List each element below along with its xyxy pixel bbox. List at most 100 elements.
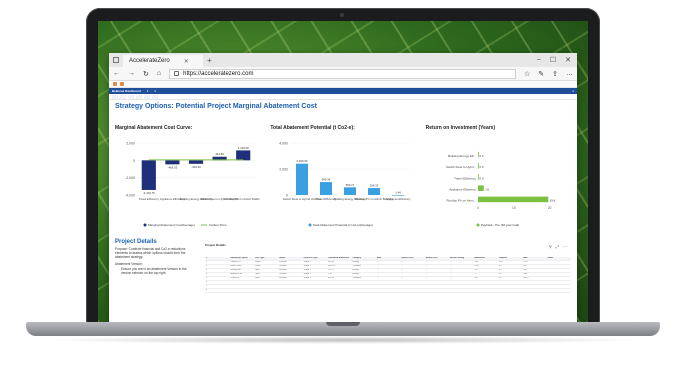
table-cell: [400, 289, 424, 292]
table-cell: [303, 289, 327, 292]
dashboard-tab[interactable]: [120, 94, 126, 99]
table-cell: Rooftop PV: [230, 261, 241, 263]
roi-chart: Building Energy Eff... 0.0Switch Fleet to…: [446, 151, 555, 227]
favorite-icon[interactable]: ☆: [524, 70, 530, 78]
table-cell: 1.6: [498, 273, 502, 275]
close-window-icon[interactable]: ✕: [565, 56, 571, 64]
table-cell: [376, 281, 400, 284]
table-row[interactable]: 8: [205, 289, 571, 293]
page-subtitle: [115, 111, 571, 115]
table-cell: 4: [206, 273, 208, 275]
table-cell: [498, 281, 522, 284]
dashboard-tab[interactable]: [144, 94, 150, 99]
table-cell: 1: [206, 261, 208, 263]
table-cell: [327, 281, 351, 284]
favorites-bar: [109, 81, 577, 88]
table-cell: 7: [206, 285, 208, 287]
legend-swatch: [308, 223, 312, 227]
tab-actions-icon[interactable]: [113, 57, 119, 63]
macc-chart: 2,000 0 -2,000 -4,000 -3,419.75 Travel Effici…: [125, 142, 262, 228]
user-menu-icon[interactable]: ●: [572, 89, 574, 93]
table-cell: Energy: [352, 269, 359, 271]
macc-data-label: -403.29: [191, 165, 201, 169]
lock-icon: [174, 71, 180, 76]
favorite-site-icon[interactable]: [120, 82, 124, 86]
browser-tab[interactable]: AccelerateZero ✕: [123, 55, 203, 67]
table-cell: —: [376, 261, 379, 263]
macc-bar: [188, 160, 204, 164]
table-cell: —: [376, 277, 379, 279]
table-cell: [425, 285, 449, 288]
x-tick-label: 10: [512, 206, 516, 210]
more-icon[interactable]: ⋯: [563, 244, 567, 249]
table-cell: —: [425, 265, 428, 267]
roi-bar: [477, 196, 548, 203]
favorite-site-icon[interactable]: [113, 82, 117, 86]
table-title: Project Details: [205, 243, 226, 247]
table-cell: Emission Type: [303, 257, 318, 259]
table-cell: Scope 2: [303, 273, 311, 275]
table-cell: 6: [206, 281, 208, 283]
macc-category-label: Rooftop PV on Admin Building: [224, 197, 260, 201]
legend-label: Marginal Abatement Cost(Average): [148, 223, 195, 227]
dashboard-tab[interactable]: [136, 94, 142, 99]
table-cell: 2409.90: [328, 265, 336, 267]
new-tab-icon[interactable]: +: [207, 56, 212, 65]
version-bullet: Ensure you are in an abatement Version i…: [121, 267, 187, 275]
table-cell: 5: [206, 277, 208, 279]
collections-icon[interactable]: ✎: [538, 70, 544, 78]
chart-cards: Marginal Abatement Cost Curve: 2,000 0 -2,…: [115, 125, 571, 235]
table-cell: [327, 289, 351, 292]
page-header: Strategy Options: Potential Project Marg…: [109, 100, 577, 115]
table-cell: 19.6: [498, 261, 503, 263]
dashboard-tab[interactable]: [112, 94, 118, 99]
expand-icon[interactable]: ⤢: [556, 244, 559, 249]
address-bar[interactable]: https://acceleratezero.com: [169, 68, 516, 79]
table-cell: [449, 289, 473, 292]
table-cell: [303, 285, 327, 288]
refresh-icon[interactable]: ↻: [143, 70, 149, 78]
table-cell: [303, 281, 327, 284]
filter-icon[interactable]: ⚲: [549, 244, 552, 249]
minimize-icon[interactable]: –: [537, 56, 541, 64]
close-tab-icon[interactable]: ✕: [184, 58, 189, 65]
table-cell: [449, 285, 473, 288]
table-cell: Energy: [352, 261, 359, 263]
table-cell: 1.44: [328, 273, 332, 275]
table-cell: Planned: [279, 265, 287, 267]
abatement-bar: [392, 194, 405, 196]
table-cell: 995: [474, 277, 478, 279]
project-details-section: Project Details Purpose: Combine financi…: [115, 239, 571, 323]
table-cell: Switch Fleet: [230, 265, 242, 267]
app-brand[interactable]: Bellevue Dashboard: [112, 89, 141, 93]
home-icon[interactable]: ⌂: [157, 70, 161, 77]
table-cell: [473, 289, 497, 292]
table-cell: —: [450, 273, 453, 275]
forward-icon[interactable]: →: [128, 70, 135, 77]
more-icon[interactable]: …: [566, 70, 573, 77]
abatement-data-label: 995.34: [322, 178, 331, 182]
table-cell: 0.0: [498, 265, 502, 267]
dashboard-tab[interactable]: [128, 94, 134, 99]
nav-menu[interactable]: ▾: [147, 89, 149, 93]
back-icon[interactable]: ←: [113, 70, 120, 77]
abatement-bar: [296, 163, 309, 195]
table-cell: [351, 285, 375, 288]
url-text: https://acceleratezero.com: [183, 70, 254, 77]
table-cell: Capex: [254, 261, 261, 263]
table-cell: —: [425, 261, 428, 263]
dashboard-tab[interactable]: [152, 94, 158, 99]
table-cell: Scope 3: [303, 277, 311, 279]
window-controls: – ☐ ✕: [537, 56, 577, 64]
roi-category-label: Appliance Efficiency: [449, 188, 476, 192]
table-cell: [278, 281, 302, 284]
version-label: Abatement Version:: [115, 262, 143, 266]
y-tick-label: -4,000: [125, 194, 135, 198]
table-cell: [449, 281, 473, 284]
share-icon[interactable]: ⇪: [552, 70, 558, 78]
table-cell: [327, 285, 351, 288]
maximize-icon[interactable]: ☐: [550, 56, 556, 64]
table-cell: —: [401, 261, 404, 263]
nav-menu[interactable]: ▾: [154, 89, 156, 93]
table-cell: 2: [206, 265, 208, 267]
